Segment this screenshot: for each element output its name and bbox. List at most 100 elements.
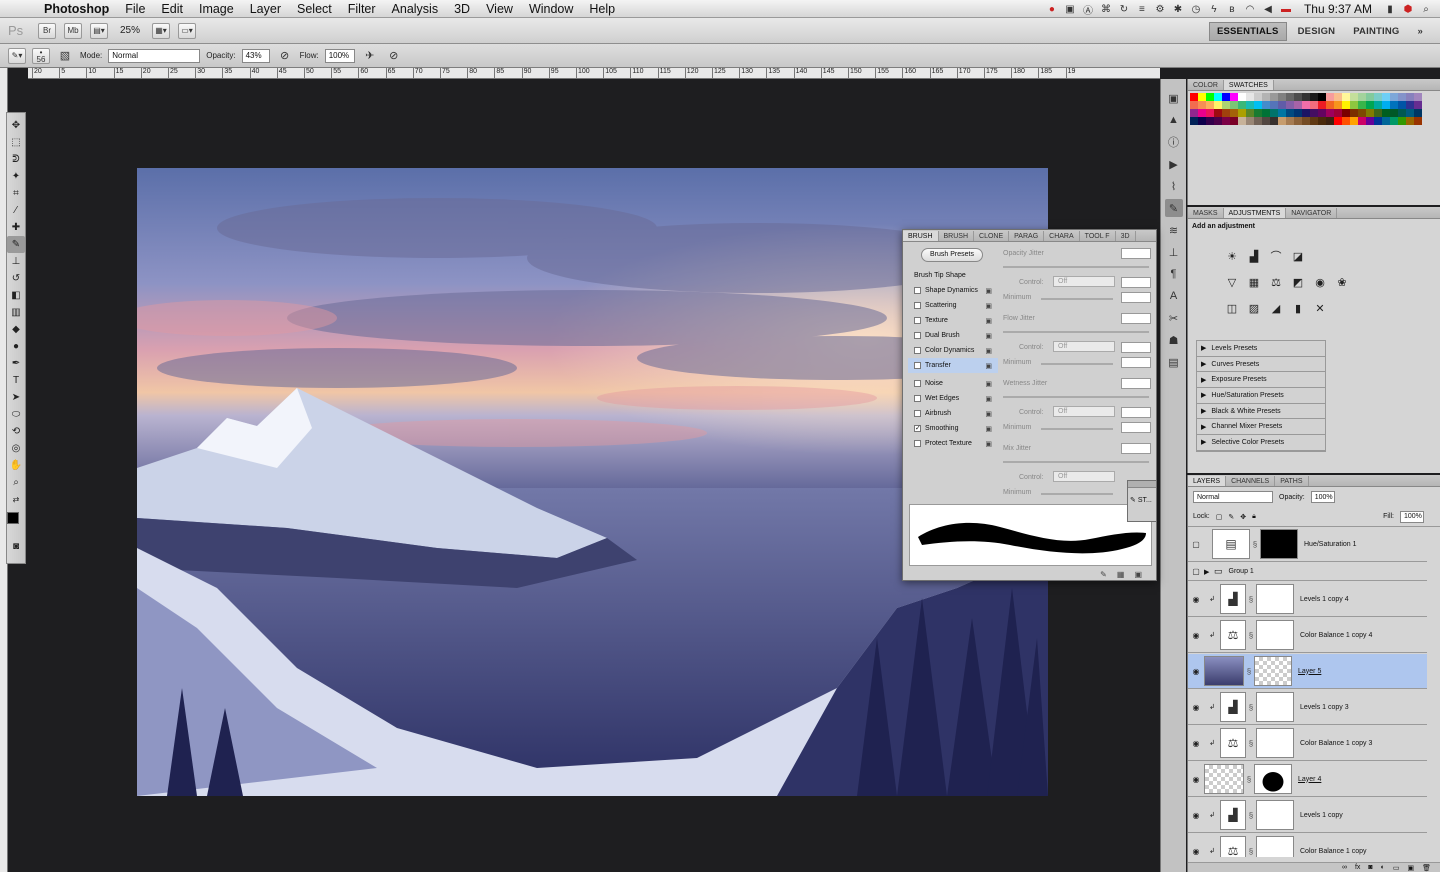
checkbox[interactable]: [914, 317, 921, 324]
color-swatch[interactable]: [1318, 109, 1326, 117]
tab-masks[interactable]: MASKS: [1188, 208, 1224, 218]
menu-help[interactable]: Help: [581, 0, 623, 18]
color-swatch[interactable]: [1294, 117, 1302, 125]
notes-icon[interactable]: ▤: [1165, 353, 1183, 371]
volume-icon[interactable]: ◀: [1262, 3, 1274, 15]
tab-color[interactable]: COLOR: [1188, 80, 1224, 90]
photo-filter-icon[interactable]: ◉: [1312, 274, 1328, 290]
color-swatch[interactable]: [1254, 117, 1262, 125]
color-swatch[interactable]: [1214, 109, 1222, 117]
wet-edges-item[interactable]: Wet Edges ▣: [908, 391, 998, 406]
color-swatch[interactable]: [1310, 101, 1318, 109]
flash-icon[interactable]: ϟ: [1208, 3, 1220, 15]
minimum-input[interactable]: [1121, 357, 1151, 368]
opacity-jitter-input[interactable]: [1121, 248, 1151, 259]
color-swatch[interactable]: [1374, 117, 1382, 125]
horizontal-ruler[interactable]: 20 5 10 15 20 25 30 35 40 45 50 55 60 65 70 75 80 85 90 95 1…: [28, 68, 1160, 79]
brush-panel-icon[interactable]: ✎: [1164, 199, 1183, 217]
preset-exposure[interactable]: ▶ Exposure Presets: [1197, 372, 1325, 389]
add-mask-icon[interactable]: ◙: [1368, 864, 1372, 871]
color-swatch[interactable]: [1214, 93, 1222, 101]
color-swatch[interactable]: [1414, 117, 1422, 125]
color-swatch[interactable]: [1286, 109, 1294, 117]
color-swatch[interactable]: [1334, 93, 1342, 101]
color-swatch[interactable]: [1278, 117, 1286, 125]
color-swatch[interactable]: [1382, 93, 1390, 101]
tab-layers[interactable]: LAYERS: [1188, 476, 1227, 486]
menu-window[interactable]: Window: [521, 0, 581, 18]
minimum-slider[interactable]: [1041, 493, 1113, 495]
preset-black-white[interactable]: ▶ Black & White Presets: [1197, 404, 1325, 420]
lock-icon[interactable]: ▣: [985, 380, 992, 388]
path-selection-tool-icon[interactable]: ➤: [7, 389, 25, 406]
pen-tool-icon[interactable]: ✒: [7, 355, 25, 372]
color-swatch[interactable]: [1222, 109, 1230, 117]
checkbox[interactable]: [914, 287, 921, 294]
new-preset-icon[interactable]: ▣: [1134, 570, 1142, 579]
clock-icon[interactable]: ◷: [1190, 3, 1202, 15]
type-tool-icon[interactable]: T: [7, 372, 25, 389]
3d-icon[interactable]: ☗: [1165, 331, 1183, 349]
color-swatch[interactable]: [1246, 117, 1254, 125]
control-select[interactable]: Off: [1053, 406, 1115, 417]
color-swatch[interactable]: [1326, 117, 1334, 125]
link-icon[interactable]: §: [1246, 847, 1256, 856]
channel-mixer-icon[interactable]: ❀: [1334, 274, 1350, 290]
color-swatch[interactable]: [1366, 101, 1374, 109]
link-icon[interactable]: §: [1246, 739, 1256, 748]
clone-stamp-tool-icon[interactable]: ⊥: [7, 253, 25, 270]
color-swatch[interactable]: [1270, 93, 1278, 101]
layer-name[interactable]: Color Balance 1 copy 3: [1294, 740, 1372, 747]
dodge-tool-icon[interactable]: ●: [7, 338, 25, 355]
marquee-tool-icon[interactable]: ⬚: [7, 134, 25, 151]
lock-pixels-icon[interactable]: ✎: [1228, 513, 1234, 521]
color-swatch[interactable]: [1262, 101, 1270, 109]
levels-icon[interactable]: ▟: [1246, 248, 1262, 264]
opacity-jitter-slider[interactable]: [1003, 266, 1149, 268]
move-tool-icon[interactable]: ✥: [7, 117, 25, 134]
checkbox[interactable]: [914, 302, 921, 309]
threshold-icon[interactable]: ◢: [1268, 300, 1284, 316]
control-select[interactable]: Off: [1053, 471, 1115, 482]
mask-thumbnail[interactable]: [1254, 656, 1292, 686]
vibrance-icon[interactable]: ▽: [1224, 274, 1240, 290]
tool-preset-picker[interactable]: ✎▾: [8, 47, 26, 64]
minimum-input[interactable]: [1121, 422, 1151, 433]
wetness-jitter-slider[interactable]: [1003, 396, 1149, 398]
group-expand-icon[interactable]: ▶: [1204, 568, 1214, 576]
color-swatch[interactable]: [1326, 101, 1334, 109]
color-swatch[interactable]: [1254, 109, 1262, 117]
view-extras-button[interactable]: ▤▾: [90, 22, 108, 39]
workspace-essentials[interactable]: ESSENTIALS: [1208, 21, 1287, 41]
eye-icon[interactable]: ◉: [1188, 667, 1204, 676]
tab-character[interactable]: CHARA: [1044, 231, 1080, 241]
color-swatch[interactable]: [1286, 101, 1294, 109]
airbrush-item[interactable]: Airbrush ▣: [908, 406, 998, 421]
color-swatch[interactable]: [1294, 101, 1302, 109]
tab-brush[interactable]: BRUSH: [903, 231, 939, 241]
delete-layer-icon[interactable]: 🗑︎: [1422, 864, 1431, 872]
color-swatch[interactable]: [1374, 109, 1382, 117]
color-swatch[interactable]: [1222, 117, 1230, 125]
invert-icon[interactable]: ◫: [1224, 300, 1240, 316]
eye-icon[interactable]: ◉: [1188, 703, 1204, 712]
checkbox[interactable]: [914, 347, 921, 354]
color-swatch[interactable]: [1382, 101, 1390, 109]
minimum-slider[interactable]: [1041, 428, 1113, 430]
color-swatch[interactable]: [1398, 117, 1406, 125]
adobe-icon[interactable]: Ⓐ: [1082, 3, 1094, 17]
color-balance-icon[interactable]: ⚖: [1268, 274, 1284, 290]
menu-lines-icon[interactable]: ≡: [1136, 3, 1148, 15]
color-swatch[interactable]: [1358, 101, 1366, 109]
color-swatch[interactable]: [1414, 93, 1422, 101]
blur-tool-icon[interactable]: ◆: [7, 321, 25, 338]
gear-icon[interactable]: ⚙: [1154, 3, 1166, 15]
checkbox[interactable]: [914, 440, 921, 447]
color-swatch[interactable]: [1222, 93, 1230, 101]
layer-name[interactable]: Levels 1 copy 3: [1294, 704, 1349, 711]
color-swatch[interactable]: [1358, 109, 1366, 117]
history-brush-tool-icon[interactable]: ↺: [7, 270, 25, 287]
visibility-toggle[interactable]: ▢: [1188, 567, 1204, 576]
brush-tip-shape-item[interactable]: Brush Tip Shape: [908, 268, 998, 283]
color-swatch[interactable]: [1278, 109, 1286, 117]
